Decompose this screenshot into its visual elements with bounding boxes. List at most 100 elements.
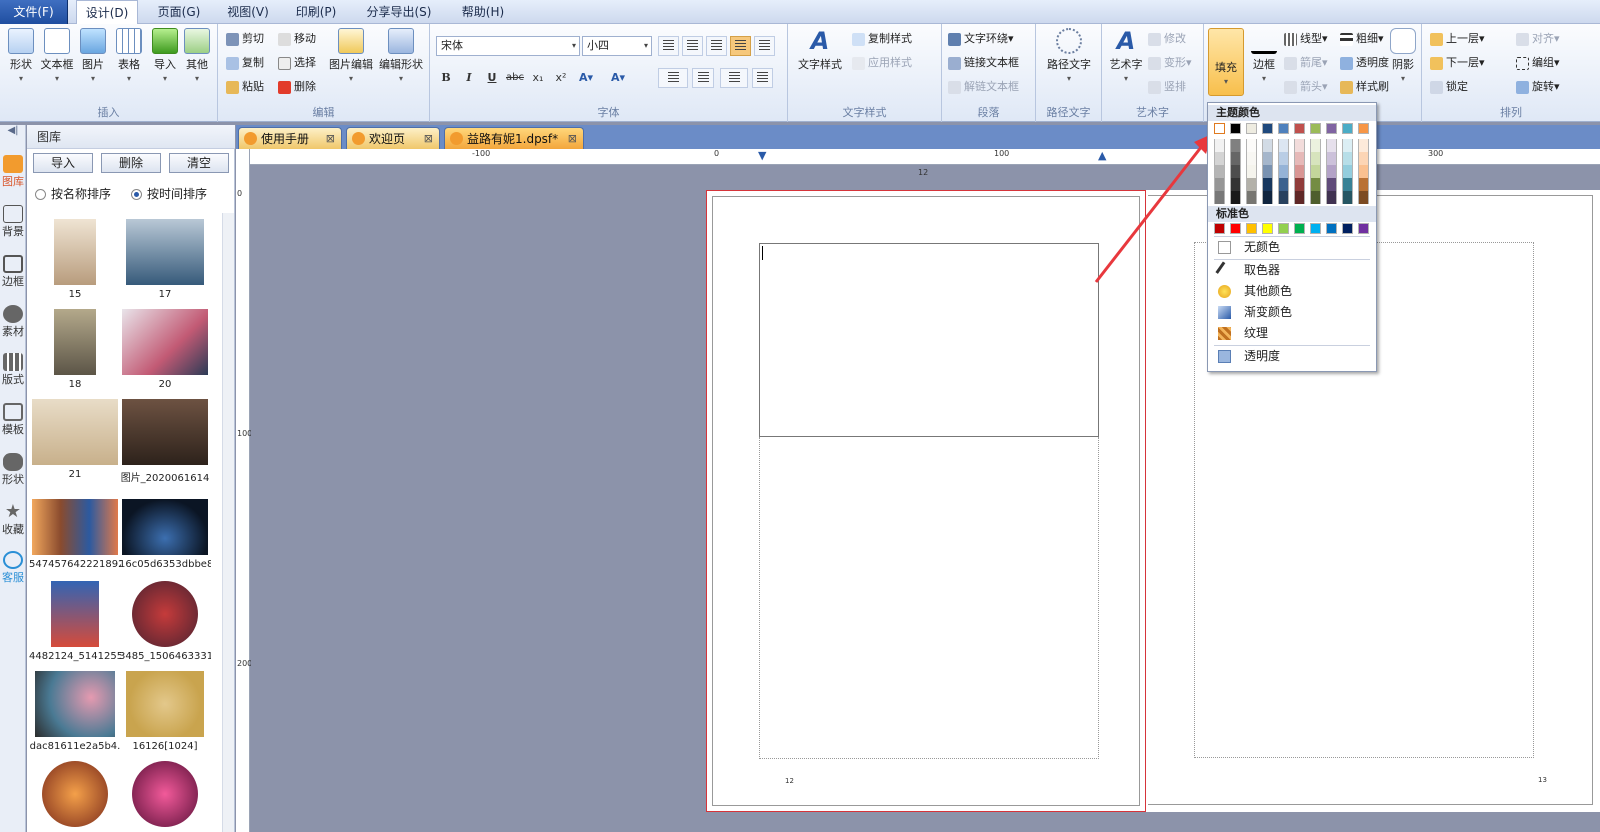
line-spacing-button[interactable] <box>692 68 714 88</box>
theme-shade-swatch[interactable] <box>1278 178 1289 191</box>
left-page[interactable]: 12 <box>706 190 1146 812</box>
theme-shade-swatch[interactable] <box>1214 191 1225 204</box>
menu-file[interactable]: 文件(F) <box>0 0 68 24</box>
theme-shade-swatch[interactable] <box>1246 165 1257 178</box>
picture-edit-button[interactable]: 图片编辑 ▾ <box>326 28 376 83</box>
paste-button[interactable]: 粘贴 <box>226 78 264 96</box>
art-vertical-button[interactable]: 竖排 <box>1148 78 1186 96</box>
eyedropper-item[interactable]: 取色器 <box>1208 260 1376 281</box>
theme-shade-swatch[interactable] <box>1294 165 1305 178</box>
menu-print[interactable]: 印刷(P) <box>288 0 344 24</box>
left-indent-marker[interactable]: ▼ <box>758 149 766 162</box>
more-colors-item[interactable]: 其他颜色 <box>1208 281 1376 302</box>
standard-color-swatch[interactable] <box>1214 223 1225 234</box>
highlight-button[interactable]: A▾ <box>608 68 628 88</box>
theme-shade-swatch[interactable] <box>1246 191 1257 204</box>
border-button[interactable]: 边框 ▾ <box>1246 28 1282 83</box>
gallery-item[interactable]: 15 <box>29 219 121 300</box>
theme-color-swatch[interactable] <box>1246 123 1257 134</box>
send-backward-button[interactable]: 下一层▾ <box>1430 54 1485 72</box>
theme-shade-swatch[interactable] <box>1214 152 1225 165</box>
subscript-button[interactable]: x₁ <box>528 68 548 88</box>
theme-shade-swatch[interactable] <box>1214 165 1225 178</box>
theme-color-swatch[interactable] <box>1358 123 1369 134</box>
line-type-button[interactable]: 线型▾ <box>1284 30 1328 48</box>
side-border[interactable]: 边框 <box>0 255 26 289</box>
gallery-delete-button[interactable]: 删除 <box>101 153 161 173</box>
gallery-item[interactable] <box>29 761 121 831</box>
group-button[interactable]: 编组▾ <box>1516 54 1560 72</box>
theme-shade-swatch[interactable] <box>1262 152 1273 165</box>
theme-shade-swatch[interactable] <box>1262 191 1273 204</box>
theme-shade-swatch[interactable] <box>1342 152 1353 165</box>
picture-button[interactable]: 图片 ▾ <box>74 28 112 83</box>
bring-forward-button[interactable]: 上一层▾ <box>1430 30 1485 48</box>
font-size-select[interactable]: 小四 ▾ <box>582 36 652 56</box>
text-style-button[interactable]: A 文字样式 <box>794 28 846 72</box>
text-wrap-button[interactable]: 文字环绕▾ <box>948 30 1014 48</box>
sort-by-name-radio[interactable]: 按名称排序 <box>35 185 111 202</box>
gallery-item[interactable]: 547457642221892 <box>29 499 121 570</box>
sort-by-time-radio[interactable]: 按时间排序 <box>131 185 207 202</box>
theme-shade-swatch[interactable] <box>1342 139 1353 152</box>
theme-shade-swatch[interactable] <box>1246 139 1257 152</box>
theme-color-swatch[interactable] <box>1278 123 1289 134</box>
theme-color-swatch[interactable] <box>1214 123 1225 134</box>
path-text-button[interactable]: 路径文字 ▾ <box>1042 28 1096 83</box>
link-textbox-button[interactable]: 链接文本框 <box>948 54 1019 72</box>
theme-shade-swatch[interactable] <box>1214 139 1225 152</box>
transparency-item[interactable]: 透明度 <box>1208 346 1376 367</box>
select-button[interactable]: 选择 <box>278 54 316 72</box>
menu-share-export[interactable]: 分享导出(S) <box>356 0 442 24</box>
theme-shade-swatch[interactable] <box>1358 191 1369 204</box>
theme-shade-swatch[interactable] <box>1358 152 1369 165</box>
unlink-textbox-button[interactable]: 解链文本框 <box>948 78 1019 96</box>
theme-shade-swatch[interactable] <box>1342 191 1353 204</box>
standard-color-swatch[interactable] <box>1326 223 1337 234</box>
align-left-button[interactable] <box>658 36 679 56</box>
theme-shade-swatch[interactable] <box>1278 152 1289 165</box>
theme-shade-swatch[interactable] <box>1310 139 1321 152</box>
font-color-button[interactable]: A▾ <box>576 68 596 88</box>
theme-shade-swatch[interactable] <box>1310 191 1321 204</box>
art-transform-button[interactable]: 变形▾ <box>1148 54 1192 72</box>
tab-user-manual[interactable]: 使用手册 ⊠ <box>238 127 342 149</box>
theme-shade-swatch[interactable] <box>1230 165 1241 178</box>
texture-item[interactable]: 纹理 <box>1208 323 1376 344</box>
theme-shade-swatch[interactable] <box>1358 139 1369 152</box>
side-material[interactable]: 素材 <box>0 305 26 339</box>
other-button[interactable]: 其他 ▾ <box>178 28 216 83</box>
theme-color-swatch[interactable] <box>1310 123 1321 134</box>
theme-shade-swatch[interactable] <box>1326 165 1337 178</box>
collapse-panel-icon[interactable]: ◀| <box>0 125 26 141</box>
theme-shade-swatch[interactable] <box>1230 178 1241 191</box>
theme-shade-swatch[interactable] <box>1326 178 1337 191</box>
close-icon[interactable]: ⊠ <box>568 128 577 150</box>
apply-style-button[interactable]: 应用样式 <box>852 54 912 72</box>
gallery-item[interactable]: 21 <box>29 399 121 480</box>
copy-style-button[interactable]: 复制样式 <box>852 30 912 48</box>
gallery-scrollbar[interactable] <box>222 213 234 832</box>
menu-view[interactable]: 视图(V) <box>220 0 276 24</box>
textbox-button[interactable]: 文本框 ▾ <box>38 28 76 83</box>
char-spacing-button[interactable] <box>658 68 688 88</box>
superscript-button[interactable]: x² <box>551 68 571 88</box>
theme-shade-swatch[interactable] <box>1214 178 1225 191</box>
theme-shade-swatch[interactable] <box>1342 165 1353 178</box>
theme-shade-swatch[interactable] <box>1342 178 1353 191</box>
shadow-button[interactable]: 阴影 ▾ <box>1386 28 1420 83</box>
side-shape[interactable]: 形状 <box>0 453 26 487</box>
theme-shade-swatch[interactable] <box>1278 139 1289 152</box>
gallery-item[interactable]: 4482124_5141255 <box>29 581 121 662</box>
theme-shade-swatch[interactable] <box>1310 178 1321 191</box>
tab-current-document[interactable]: 益路有妮1.dpsf* ⊠ <box>444 127 584 149</box>
tab-welcome[interactable]: 欢迎页 ⊠ <box>346 127 440 149</box>
side-template[interactable]: 模板 <box>0 403 26 437</box>
gallery-clear-button[interactable]: 清空 <box>169 153 229 173</box>
theme-shade-swatch[interactable] <box>1246 152 1257 165</box>
fill-button[interactable]: 填充 ▾ <box>1208 28 1244 96</box>
theme-shade-swatch[interactable] <box>1310 165 1321 178</box>
rotate-button[interactable]: 旋转▾ <box>1516 78 1560 96</box>
theme-shade-swatch[interactable] <box>1278 191 1289 204</box>
gallery-item[interactable]: dac81611e2a5b4. <box>29 671 121 752</box>
